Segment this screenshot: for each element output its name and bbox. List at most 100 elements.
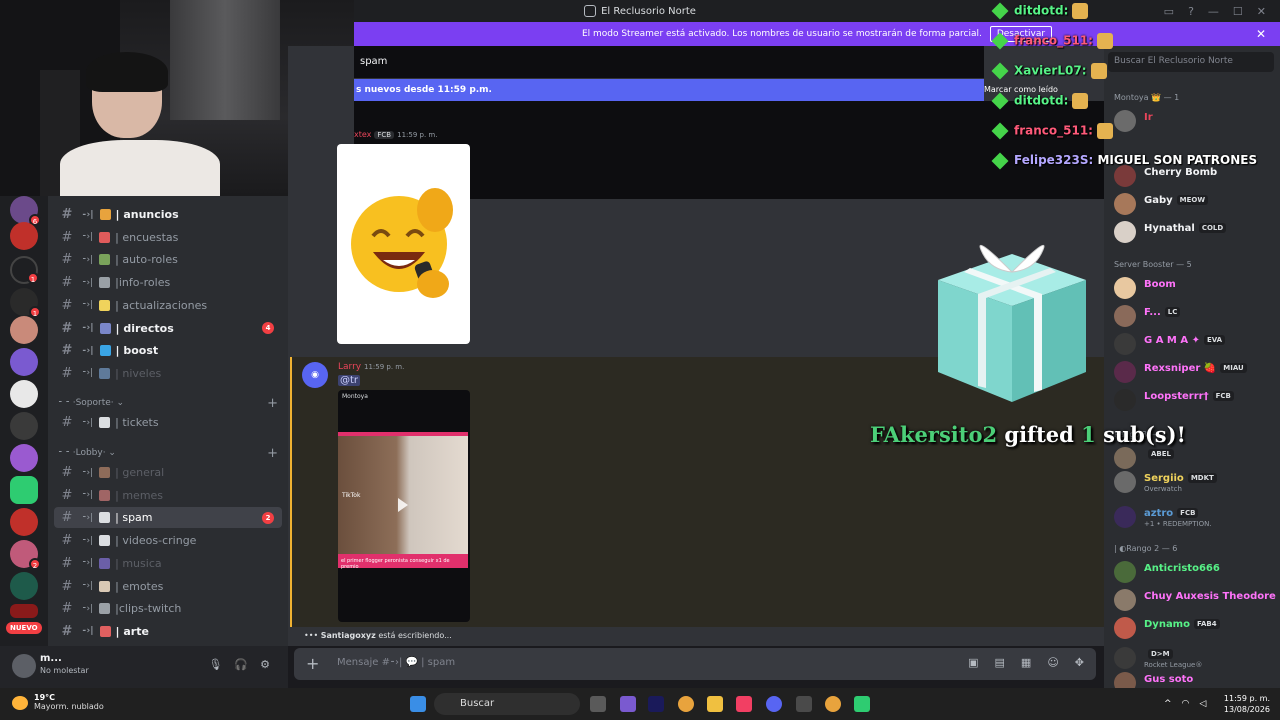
apps-icon[interactable]: ✥ — [1075, 656, 1084, 669]
weather-widget[interactable]: 19°C Mayorm. nublado — [12, 693, 104, 711]
channel-emoji-icon — [99, 489, 111, 501]
member-item[interactable]: Boom — [1114, 275, 1276, 301]
arrow-icon: ⁃›| — [82, 345, 94, 356]
category-soporte[interactable]: ⁃ ⁃ ·Soporte· ⌄ + — [58, 396, 278, 411]
sticker-icon[interactable]: ▦ — [1021, 656, 1031, 669]
maximize-button[interactable]: ☐ — [1233, 5, 1243, 18]
close-window-button[interactable]: ✕ — [1257, 5, 1266, 18]
server-icon[interactable] — [10, 444, 38, 472]
server-icon[interactable]: 6 — [10, 196, 41, 226]
server-icon[interactable] — [10, 604, 38, 618]
member-item[interactable]: Ir — [1114, 108, 1276, 134]
server-icon[interactable] — [10, 572, 38, 600]
channel-item[interactable]: # ⁃›| | boost — [54, 340, 282, 361]
task-view-icon[interactable] — [590, 696, 606, 712]
add-channel-icon[interactable]: + — [267, 396, 278, 411]
new-messages-bar[interactable]: s nuevos desde 11:59 p.m. — [354, 79, 984, 101]
channel-item[interactable]: # ⁃›| | auto-roles — [54, 249, 282, 270]
headphones-icon[interactable]: 🎧 — [234, 658, 248, 671]
copilot-icon[interactable] — [620, 696, 636, 712]
stream-chat-line: franco_511: — [991, 122, 1113, 140]
server-icon[interactable] — [10, 380, 38, 408]
composer-placeholder[interactable]: Mensaje #⁃›| 💬 | spam — [337, 657, 455, 668]
channel-item[interactable]: # ⁃›| | general — [54, 462, 282, 483]
gif-icon[interactable]: ▤ — [995, 656, 1005, 669]
help-icon[interactable]: ? — [1188, 5, 1194, 18]
channel-item[interactable]: # ⁃›| | directos 4 — [54, 318, 282, 339]
server-icon[interactable] — [10, 348, 38, 376]
server-icon[interactable] — [10, 508, 38, 536]
windows-start-icon[interactable] — [410, 696, 426, 712]
channel-item[interactable]: # ⁃›| | tickets — [54, 412, 282, 433]
channel-item[interactable]: # ⁃›| | emotes — [54, 576, 282, 597]
user-mention[interactable]: @tr — [338, 375, 361, 386]
add-channel-icon[interactable]: + — [267, 446, 278, 461]
member-item[interactable]: Rexsniper 🍓 MIAU — [1114, 359, 1276, 385]
stream-chat-line: franco_511: — [991, 32, 1113, 50]
message-composer[interactable]: + Mensaje #⁃›| 💬 | spam ▣ ▤ ▦ ☺ ✥ — [294, 648, 1096, 680]
channel-item[interactable]: # ⁃›| | videos-cringe — [54, 530, 282, 551]
message-author[interactable]: xtex — [354, 130, 371, 139]
server-icon[interactable] — [10, 476, 38, 504]
member-item[interactable]: Dynamo FAB4 — [1114, 615, 1276, 641]
settings-gear-icon[interactable]: ⚙ — [260, 658, 270, 671]
category-lobby[interactable]: ⁃ ⁃ ·Lobby· ⌄ + — [58, 446, 278, 461]
member-item[interactable]: D>M Rocket League® — [1114, 645, 1276, 671]
member-item[interactable]: ABEL — [1114, 445, 1276, 471]
channel-item[interactable]: # ⁃›| | memes — [54, 485, 282, 506]
system-tray[interactable]: ^ ◠ ◁ — [1164, 699, 1206, 709]
emoji-image[interactable] — [337, 144, 470, 344]
file-explorer-icon[interactable] — [707, 696, 723, 712]
member-item[interactable]: Gaby MEOW — [1114, 191, 1276, 217]
wifi-icon[interactable]: ◠ — [1182, 699, 1190, 709]
chrome-icon[interactable] — [678, 696, 694, 712]
inbox-icon[interactable]: ▭ — [1164, 5, 1174, 18]
chevron-up-icon[interactable]: ^ — [1164, 699, 1172, 709]
channel-item[interactable]: # ⁃›| | spam 2 — [54, 507, 282, 529]
search-input[interactable]: Buscar El Reclusorio Norte — [1108, 52, 1274, 72]
channel-item[interactable]: # ⁃›| |info-roles — [54, 272, 282, 293]
attach-plus-icon[interactable]: + — [306, 654, 319, 673]
channel-item[interactable]: # ⁃›| | niveles — [54, 363, 282, 384]
taskbar-search[interactable]: Buscar — [434, 693, 580, 715]
music-icon[interactable] — [736, 696, 752, 712]
emoji-icon[interactable]: ☺ — [1047, 656, 1058, 669]
channel-label: | emotes — [115, 579, 164, 593]
channel-item[interactable]: # ⁃›| | musica — [54, 553, 282, 574]
app-icon[interactable] — [796, 696, 812, 712]
member-item[interactable]: F... LC — [1114, 303, 1276, 329]
clock[interactable]: 11:59 p. m. 13/08/2026 — [1224, 693, 1270, 715]
member-item[interactable]: Sergiio MDKT Overwatch — [1114, 469, 1276, 495]
channel-item[interactable]: # ⁃›| | anuncios — [54, 204, 282, 225]
member-item[interactable]: Hynathal COLD — [1114, 219, 1276, 245]
server-icon[interactable]: 1 — [10, 256, 39, 284]
chrome-icon[interactable] — [825, 696, 841, 712]
channel-item[interactable]: # ⁃›| | actualizaciones — [54, 295, 282, 316]
avatar[interactable] — [12, 654, 36, 678]
video-embed[interactable]: Montoya TikTok el primer flogger peronis… — [338, 390, 470, 622]
minimize-button[interactable]: — — [1208, 5, 1219, 18]
gift-icon[interactable]: ▣ — [968, 656, 978, 669]
member-item[interactable]: Anticristo666 — [1114, 559, 1276, 585]
channel-item[interactable]: # ⁃›| |clips-twitch — [54, 598, 282, 619]
member-item[interactable]: aztro FCB +1 • REDEMPTION. — [1114, 504, 1276, 530]
channel-item[interactable]: # ⁃›| | encuestas — [54, 227, 282, 248]
member-item[interactable]: Loopsterrr† FCB — [1114, 387, 1276, 413]
server-icon[interactable] — [10, 316, 38, 344]
close-icon[interactable]: ✕ — [1256, 27, 1266, 41]
discord-avatar-icon[interactable]: ◉ — [302, 362, 328, 388]
discord-icon[interactable] — [766, 696, 782, 712]
server-icon[interactable]: 2 — [10, 540, 41, 570]
play-icon[interactable] — [398, 498, 408, 512]
server-icon[interactable]: 1 — [10, 288, 41, 318]
member-item[interactable]: Chuy Auxesis Theodore D... — [1114, 587, 1280, 613]
channel-item[interactable]: # ⁃›| | arte — [54, 621, 282, 642]
microphone-icon[interactable]: 🎙 — [208, 658, 222, 671]
member-item[interactable]: G A M A ✦ EVA — [1114, 331, 1276, 357]
volume-icon[interactable]: ◁ — [1199, 699, 1206, 709]
server-icon[interactable] — [10, 412, 38, 440]
server-icon[interactable] — [10, 222, 38, 250]
premiere-icon[interactable] — [648, 696, 664, 712]
message-author[interactable]: Larry — [338, 362, 361, 372]
kick-icon[interactable] — [854, 696, 870, 712]
